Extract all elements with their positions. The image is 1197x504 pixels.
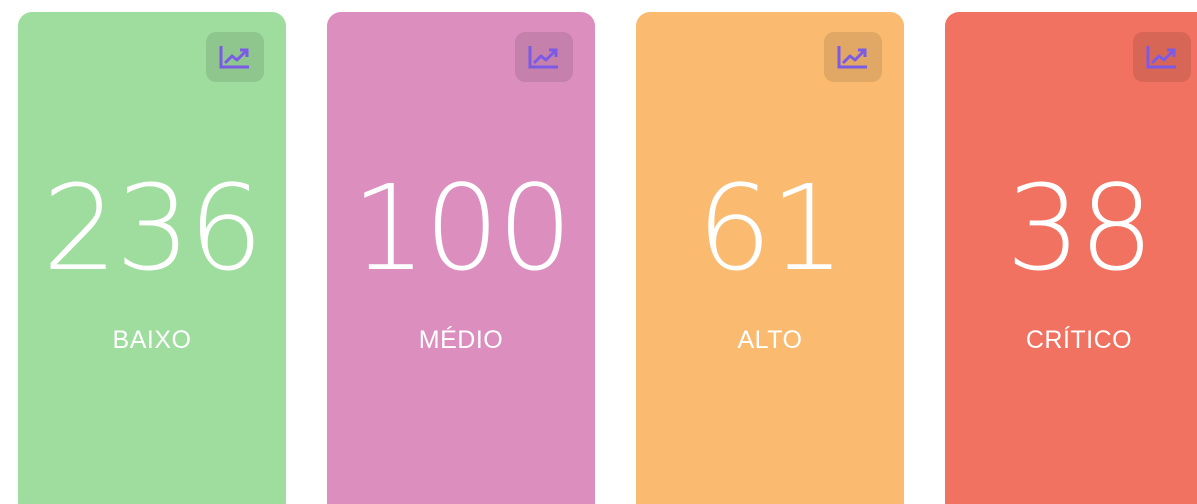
card-baixo: 236 BAIXO	[18, 12, 286, 504]
count-medio: 100	[351, 159, 572, 297]
trend-button-alto[interactable]	[824, 32, 882, 82]
label-critico: CRÍTICO	[1025, 326, 1133, 354]
trend-button-critico[interactable]	[1133, 32, 1191, 82]
risk-summary-cards: 236 BAIXO 100 MÉDIO 61 ALTO 38 CRÍTICO	[0, 0, 1197, 504]
trending-up-icon	[1146, 46, 1176, 69]
trending-up-icon	[219, 46, 249, 69]
trend-button-medio[interactable]	[515, 32, 573, 82]
count-baixo: 236	[42, 159, 263, 297]
trending-up-icon	[837, 46, 867, 69]
count-alto: 61	[696, 159, 845, 297]
label-baixo: BAIXO	[112, 326, 192, 354]
card-critico: 38 CRÍTICO	[945, 12, 1197, 504]
label-medio: MÉDIO	[418, 326, 504, 354]
label-alto: ALTO	[737, 326, 803, 354]
trending-up-icon	[528, 46, 558, 69]
card-medio: 100 MÉDIO	[327, 12, 595, 504]
card-alto: 61 ALTO	[636, 12, 904, 504]
count-critico: 38	[1005, 159, 1154, 297]
trend-button-baixo[interactable]	[206, 32, 264, 82]
